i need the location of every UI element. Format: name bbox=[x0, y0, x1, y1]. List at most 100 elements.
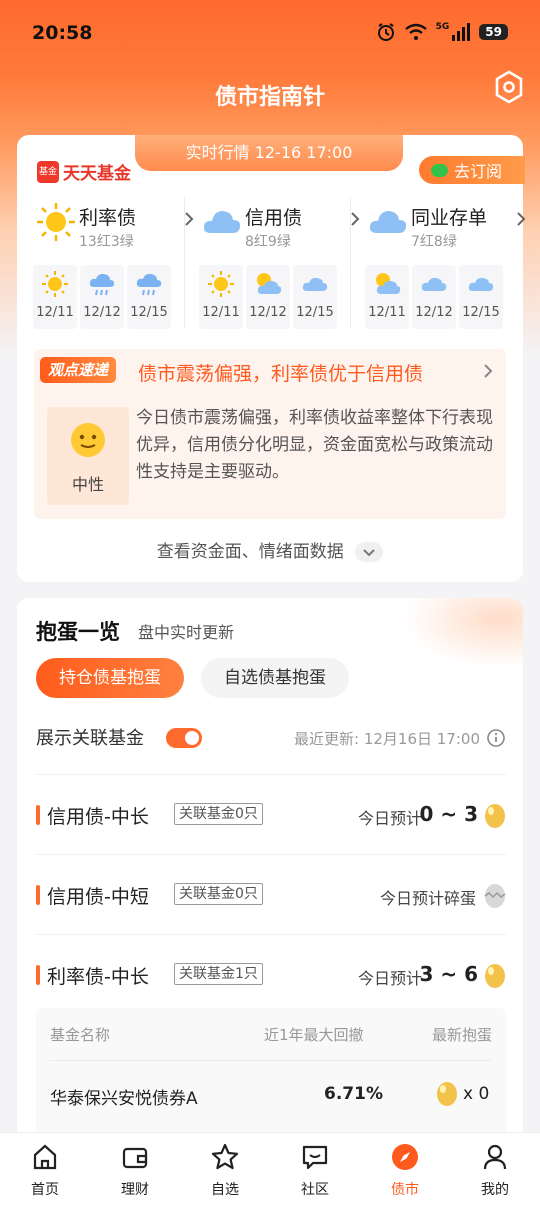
forecast-range: 0 ~ 3 bbox=[419, 802, 478, 826]
tab-label: 社区 bbox=[301, 1182, 329, 1198]
forecast-prefix: 今日预计碎蛋 bbox=[379, 889, 476, 908]
rain-cloud-icon bbox=[89, 273, 115, 296]
sun-icon bbox=[37, 203, 75, 241]
bond-type-row[interactable]: 信用债-中短 关联基金0只 今日预计碎蛋 bbox=[36, 854, 506, 934]
forecast-range: 3 ~ 6 bbox=[419, 962, 478, 986]
viewpoint-headline: 债市震荡偏强，利率债优于信用债 bbox=[138, 363, 424, 385]
tab-community[interactable]: 社区 bbox=[270, 1133, 360, 1206]
row-marker bbox=[36, 805, 40, 825]
last-update: 最近更新: 12月16日 17:00 bbox=[294, 730, 480, 748]
category-name: 信用债 bbox=[245, 207, 303, 229]
category-interbank-cd[interactable]: 同业存单 7红8绿 12/11 12/12 12/15 bbox=[365, 197, 529, 333]
tab-label: 理财 bbox=[121, 1182, 149, 1198]
egg-count: x 0 bbox=[463, 1084, 490, 1104]
max-drawdown: 6.71% bbox=[324, 1084, 383, 1104]
golden-egg-icon bbox=[485, 804, 505, 828]
tab-label: 我的 bbox=[481, 1182, 509, 1198]
category-credit-bond[interactable]: 信用债 8红9绿 12/11 12/12 12/15 bbox=[199, 197, 363, 333]
bond-type-row[interactable]: 利率债-中长 关联基金1只 今日预计 3 ~ 6 bbox=[36, 934, 506, 1014]
subscribe-button[interactable]: 去订阅 bbox=[419, 156, 525, 184]
status-time: 20:58 bbox=[32, 22, 93, 44]
forecast-day: 12/15 bbox=[459, 265, 503, 329]
row-marker bbox=[36, 885, 40, 905]
market-card: 实时行情 12-16 17:00 基金 天天基金 去订阅 利率债 13红3绿 1… bbox=[17, 135, 526, 582]
tab-profile[interactable]: 我的 bbox=[450, 1133, 540, 1206]
bond-type-name: 信用债-中长 bbox=[47, 806, 149, 828]
golden-egg-icon bbox=[437, 1082, 457, 1106]
forecast-date: 12/11 bbox=[36, 305, 74, 320]
tab-holdings-eggs[interactable]: 持仓债基抱蛋 bbox=[36, 658, 184, 698]
forecast-day: 12/11 bbox=[33, 265, 77, 329]
related-funds-toggle[interactable] bbox=[166, 728, 202, 748]
fund-name: 华泰保兴安悦债券A bbox=[50, 1089, 198, 1109]
network-label: 5G bbox=[435, 22, 450, 32]
decoration bbox=[403, 598, 523, 668]
wifi-icon bbox=[404, 23, 427, 40]
category-count: 8红9绿 bbox=[245, 234, 291, 250]
bond-type-row[interactable]: 信用债-中长 关联基金0只 今日预计 0 ~ 3 bbox=[36, 774, 506, 854]
egg-overview-card: 抱蛋一览 盘中实时更新 持仓债基抱蛋 自选债基抱蛋 展示关联基金 最近更新: 1… bbox=[17, 598, 523, 1138]
forecast-prefix: 今日预计 bbox=[357, 969, 422, 988]
category-rate-bond[interactable]: 利率债 13红3绿 12/11 12/12 12/15 bbox=[33, 197, 197, 333]
category-count: 13红3绿 bbox=[79, 234, 134, 250]
partly-cloudy-icon bbox=[376, 273, 401, 294]
sun-icon bbox=[42, 271, 68, 297]
section-subtitle: 盘中实时更新 bbox=[138, 623, 235, 642]
table-header: 近1年最大回撤 bbox=[264, 1026, 364, 1044]
tab-bond-market[interactable]: 债市 bbox=[360, 1133, 450, 1206]
forecast-date: 12/12 bbox=[415, 305, 453, 320]
sentiment-badge: 中性 bbox=[47, 407, 129, 505]
cloud-icon bbox=[468, 277, 494, 291]
forecast-date: 12/15 bbox=[130, 305, 168, 320]
divider bbox=[350, 197, 351, 327]
bottom-tab-bar: 首页 理财 自选 社区 债市 我的 bbox=[0, 1132, 540, 1206]
cloud-icon bbox=[369, 211, 407, 233]
forecast-date: 12/12 bbox=[83, 305, 121, 320]
settings-hexagon-icon[interactable] bbox=[494, 70, 524, 104]
tab-label: 自选 bbox=[211, 1182, 239, 1198]
view-more-label: 查看资金面、情绪面数据 bbox=[156, 542, 344, 562]
brand-logo: 基金 天天基金 bbox=[37, 159, 131, 184]
forecast-prefix: 今日预计 bbox=[357, 809, 422, 828]
status-bar: 20:58 5G 59 bbox=[0, 0, 540, 68]
viewpoint-header[interactable]: 观点速递 债市震荡偏强，利率债优于信用债 bbox=[34, 349, 506, 393]
tab-wealth[interactable]: 理财 bbox=[90, 1133, 180, 1206]
forecast-day: 12/15 bbox=[293, 265, 337, 329]
battery-icon: 59 bbox=[479, 24, 508, 40]
forecast-date: 12/15 bbox=[462, 305, 500, 320]
bond-type-name: 信用债-中短 bbox=[47, 886, 149, 908]
forecast-date: 12/15 bbox=[296, 305, 334, 320]
category-name: 同业存单 bbox=[411, 207, 488, 229]
chevron-right-icon bbox=[484, 364, 493, 378]
viewpoint-panel[interactable]: 观点速递 债市震荡偏强，利率债优于信用债 中性 今日债市震荡偏强，利率债收益率整… bbox=[34, 349, 506, 519]
nav-bar: 债市指南针 bbox=[0, 78, 540, 118]
tab-watchlist[interactable]: 自选 bbox=[180, 1133, 270, 1206]
toggle-label: 展示关联基金 bbox=[36, 728, 144, 749]
signal-icon bbox=[452, 23, 471, 41]
tab-label: 债市 bbox=[391, 1182, 419, 1198]
person-icon bbox=[483, 1144, 507, 1170]
tab-watchlist-eggs[interactable]: 自选债基抱蛋 bbox=[201, 658, 349, 698]
view-more-data-button[interactable]: 查看资金面、情绪面数据 bbox=[17, 537, 523, 562]
info-icon[interactable] bbox=[486, 728, 506, 748]
related-funds-table: 基金名称 近1年最大回撤 最新抱蛋 华泰保兴安悦债券A 6.71% x 0 bbox=[36, 1008, 506, 1138]
viewpoint-tag: 观点速递 bbox=[40, 357, 117, 383]
tab-home[interactable]: 首页 bbox=[0, 1133, 90, 1206]
tab-label: 首页 bbox=[31, 1182, 59, 1198]
smiley-face-icon bbox=[71, 423, 105, 457]
section-title: 抱蛋一览 bbox=[36, 620, 120, 644]
compass-icon bbox=[392, 1144, 418, 1170]
sentiment-label: 中性 bbox=[71, 475, 104, 494]
alarm-icon bbox=[377, 23, 394, 41]
chevron-right-icon bbox=[517, 212, 526, 226]
partly-cloudy-icon bbox=[257, 273, 282, 294]
category-count: 7红8绿 bbox=[411, 234, 457, 250]
page-title: 债市指南针 bbox=[214, 85, 325, 110]
forecast-date: 12/12 bbox=[249, 305, 287, 320]
forecast-day: 12/12 bbox=[246, 265, 290, 329]
broken-egg-icon bbox=[484, 884, 506, 908]
row-marker bbox=[36, 965, 40, 985]
divider bbox=[184, 197, 185, 327]
forecast-day: 12/11 bbox=[199, 265, 243, 329]
related-funds-tag: 关联基金0只 bbox=[174, 883, 263, 905]
